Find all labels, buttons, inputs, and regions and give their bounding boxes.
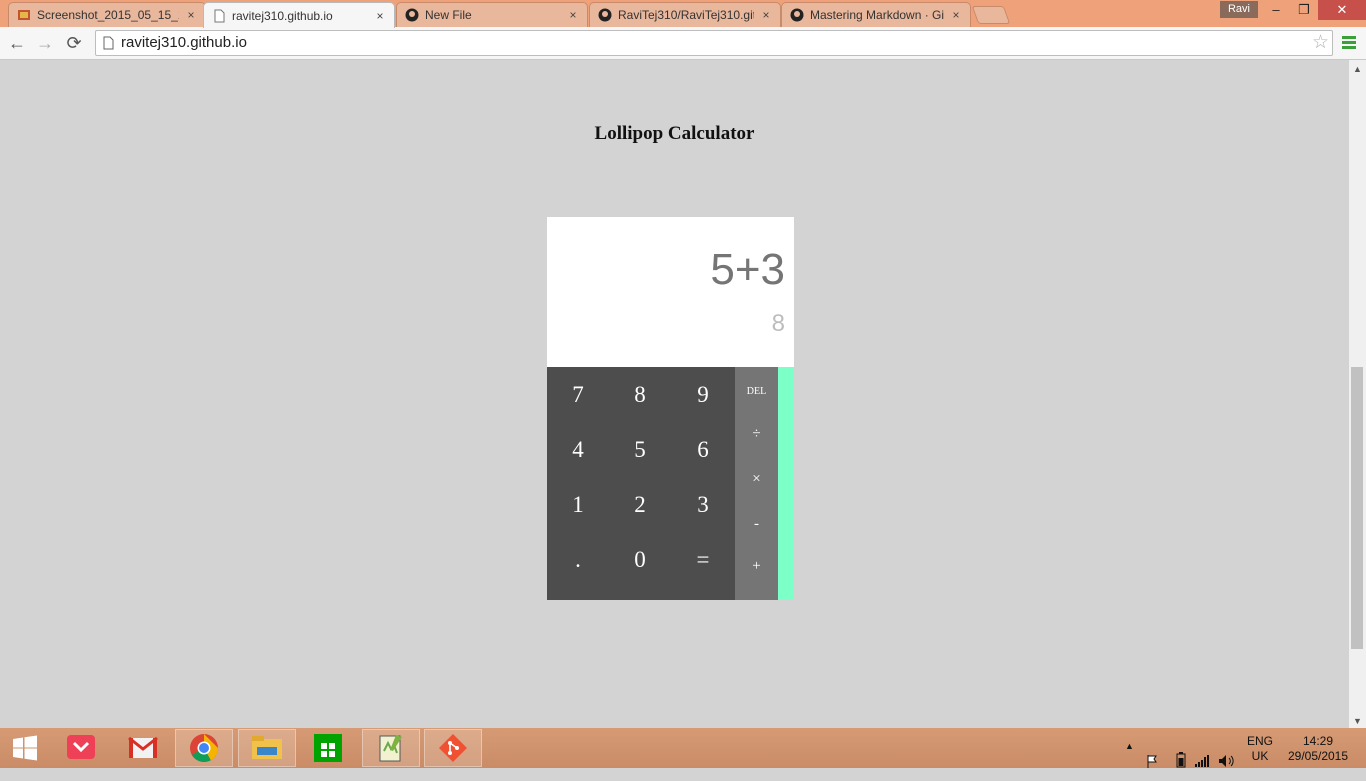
key-9[interactable]: 9 [672,367,734,422]
volume-icon[interactable] [1218,741,1236,781]
tab-label: ravitej310.github.io [232,8,333,23]
github-icon [598,8,612,22]
key-0[interactable]: 0 [609,532,671,587]
windows-taskbar: ▲ ENG UK 14:29 29/05/2015 [0,728,1366,768]
chrome-menu-icon[interactable] [1342,36,1356,50]
tab-screenshot[interactable]: Screenshot_2015_05_15_1 × [8,2,206,27]
calculator-display: 5+3 8 [547,217,794,367]
page-icon [214,9,225,22]
reload-button[interactable]: ⟳ [63,32,85,54]
key-decimal[interactable]: . [547,532,609,587]
page-title: Lollipop Calculator [594,123,755,144]
divide-button[interactable]: ÷ [735,412,778,456]
close-icon[interactable]: × [950,8,962,22]
number-pad: 7 8 9 4 5 6 1 2 3 . 0 = [547,367,735,600]
tab-label: Screenshot_2015_05_15_1 [37,8,179,22]
advanced-panel-drawer[interactable] [778,367,794,600]
gmail-icon[interactable] [114,729,172,767]
tab-label: RaviTej310/RaviTej310.git [618,8,754,22]
maximize-button[interactable]: ❐ [1290,0,1318,20]
network-signal-icon[interactable] [1194,741,1210,781]
tab-ravitej310[interactable]: ravitej310.github.io × [203,2,395,28]
browser-titlebar: Screenshot_2015_05_15_1 × ravitej310.git… [0,0,1366,28]
multiply-button[interactable]: × [735,457,778,501]
scroll-up-icon[interactable]: ▲ [1353,64,1362,74]
key-4[interactable]: 4 [547,422,609,477]
github-icon [790,8,804,22]
scrollbar-thumb[interactable] [1351,367,1363,649]
clock-time: 14:29 [1302,734,1334,748]
tab-label: Mastering Markdown · Git [810,8,944,22]
page-icon [103,36,114,50]
notepad-plus-plus-icon[interactable] [362,729,420,767]
address-bar[interactable]: ravitej310.github.io ☆ [95,30,1333,56]
minimize-button[interactable]: – [1262,0,1290,20]
action-center-flag-icon[interactable] [1146,741,1160,781]
tab-label: New File [425,8,472,22]
key-2[interactable]: 2 [609,477,671,532]
key-1[interactable]: 1 [547,477,609,532]
add-button[interactable]: + [735,544,778,588]
tab-new-file[interactable]: New File × [396,2,588,27]
tab-mastering-markdown[interactable]: Mastering Markdown · Git × [781,2,971,27]
scroll-down-icon[interactable]: ▼ [1353,716,1362,726]
close-icon[interactable]: × [760,8,772,22]
forward-button[interactable]: → [34,32,56,54]
bookmark-star-icon[interactable]: ☆ [1312,32,1329,54]
key-3[interactable]: 3 [672,477,734,532]
new-tab-button[interactable] [971,6,1011,24]
key-5[interactable]: 5 [609,422,671,477]
delete-button[interactable]: DEL [735,370,778,414]
window-close-button[interactable]: ✕ [1318,0,1366,20]
operator-column: DEL ÷ × - + [735,367,778,600]
key-7[interactable]: 7 [547,367,609,422]
browser-toolbar: ← → ⟳ ravitej310.github.io ☆ [0,27,1366,60]
git-icon[interactable] [424,729,482,767]
file-explorer-icon[interactable] [238,729,296,767]
chrome-icon[interactable] [175,729,233,767]
key-8[interactable]: 8 [609,367,671,422]
clock[interactable]: 14:29 29/05/2015 [1282,734,1354,764]
pocket-icon[interactable] [52,729,110,767]
close-icon[interactable]: × [567,8,579,22]
input-language[interactable]: ENG UK [1244,734,1276,764]
battery-icon[interactable] [1176,740,1186,780]
key-equals[interactable]: = [672,532,734,587]
result-text: 8 [771,310,785,337]
image-file-icon [18,10,30,20]
tab-ravitej310-repo[interactable]: RaviTej310/RaviTej310.git × [589,2,781,27]
github-icon [405,8,419,22]
back-button[interactable]: ← [6,32,28,54]
subtract-button[interactable]: - [735,502,778,546]
profile-button[interactable]: Ravi [1220,1,1258,18]
page-content: Lollipop Calculator 5+3 8 7 8 9 4 5 6 1 … [0,60,1349,728]
clock-date: 29/05/2015 [1287,749,1349,763]
expression-text: 5+3 [710,245,785,294]
store-icon[interactable] [299,729,357,767]
calculator: 5+3 8 7 8 9 4 5 6 1 2 3 . 0 = DEL ÷ × - … [547,217,794,600]
close-icon[interactable]: × [185,8,197,22]
key-6[interactable]: 6 [672,422,734,477]
url-text: ravitej310.github.io [121,34,247,51]
keyboard-layout: UK [1251,749,1269,763]
windows-start-icon[interactable] [0,729,50,767]
close-icon[interactable]: × [374,9,386,23]
language-code: ENG [1246,734,1273,748]
show-hidden-icons-icon[interactable]: ▲ [1125,741,1134,781]
vertical-scrollbar[interactable]: ▲ ▼ [1349,60,1366,728]
